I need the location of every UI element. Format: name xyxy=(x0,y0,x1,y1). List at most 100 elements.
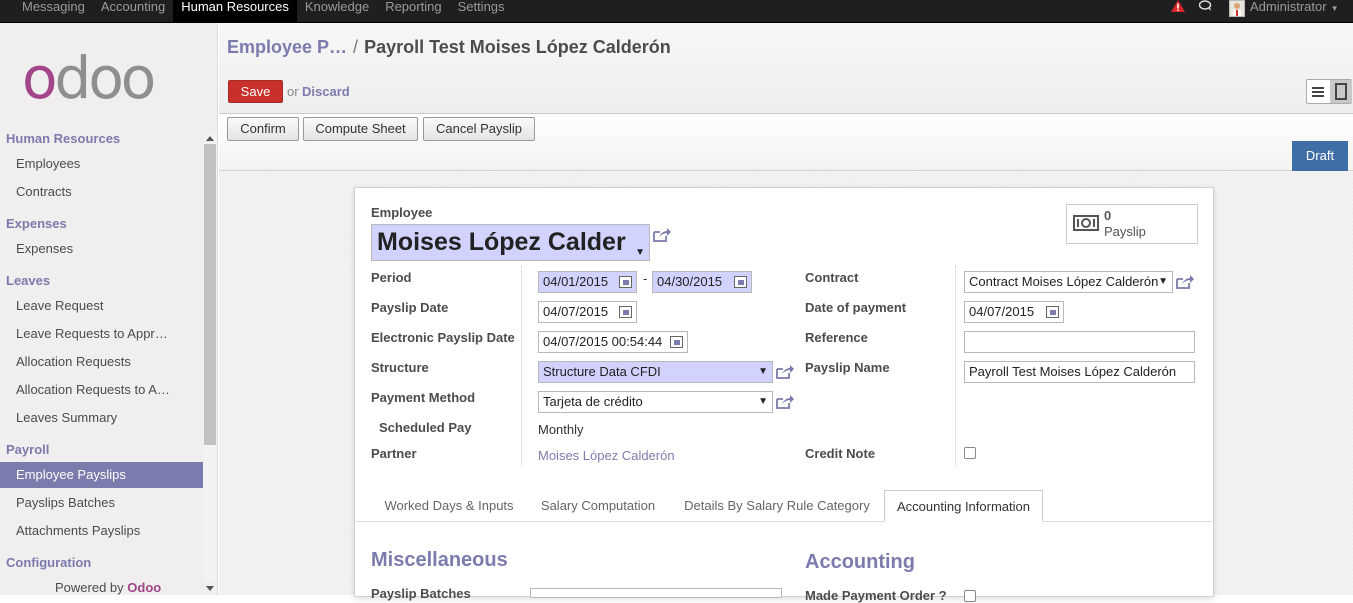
calendar-icon[interactable] xyxy=(619,276,632,288)
topnav-knowledge[interactable]: Knowledge xyxy=(297,0,377,23)
payment-method-value: Tarjeta de crédito xyxy=(543,394,643,409)
odoo-logo[interactable]: odoo xyxy=(22,49,192,107)
scroll-down-icon[interactable] xyxy=(206,586,214,591)
employee-field[interactable]: Moises López Calder ▼ xyxy=(371,224,650,261)
sidebar-item-allocation-requests-to-approve[interactable]: Allocation Requests to A… xyxy=(0,377,203,403)
list-view-icon[interactable] xyxy=(1307,80,1329,103)
external-link-icon[interactable] xyxy=(653,228,671,242)
alert-icon[interactable] xyxy=(1171,0,1185,12)
column-divider-left xyxy=(521,266,522,466)
topnav-messaging[interactable]: Messaging xyxy=(14,0,93,23)
period-label: Period xyxy=(371,270,412,285)
user-menu[interactable]: Administrator ▼ xyxy=(1250,0,1339,16)
sidebar-item-employees[interactable]: Employees xyxy=(0,151,203,177)
or-text: or xyxy=(287,84,299,99)
sidebar-item-contracts[interactable]: Contracts xyxy=(0,179,203,205)
payslip-name-value: Payroll Test Moises López Calderón xyxy=(969,364,1177,379)
cancel-payslip-button[interactable]: Cancel Payslip xyxy=(423,117,535,141)
scroll-up-icon[interactable] xyxy=(206,136,214,141)
sidebar-item-allocation-requests[interactable]: Allocation Requests xyxy=(0,349,203,375)
dropdown-arrow-icon: ▼ xyxy=(635,247,645,258)
date-of-payment-field[interactable]: 04/07/2015 xyxy=(964,301,1064,323)
payslip-date-field[interactable]: 04/07/2015 xyxy=(538,301,637,323)
miscellaneous-title: Miscellaneous xyxy=(371,549,508,571)
sidebar-section-human-resources: Human Resources xyxy=(6,131,121,146)
column-divider-right xyxy=(955,266,956,466)
period-from-value: 04/01/2015 xyxy=(543,274,609,289)
sidebar-item-employee-payslips[interactable]: Employee Payslips xyxy=(0,462,203,488)
payslip-batches-field[interactable] xyxy=(530,588,782,598)
period-to-field[interactable]: 04/30/2015 xyxy=(652,271,752,293)
period-dash: - xyxy=(643,271,648,286)
top-navbar: Messaging Accounting Human Resources Kno… xyxy=(0,0,1353,23)
calendar-icon[interactable] xyxy=(670,336,683,348)
avatar[interactable] xyxy=(1229,0,1245,17)
breadcrumb: Employee P… / Payroll Test Moises López Ca… xyxy=(227,37,671,58)
period-from-field[interactable]: 04/01/2015 xyxy=(538,271,637,293)
scrollbar-thumb[interactable] xyxy=(204,144,216,445)
top-menu: Messaging Accounting Human Resources Kno… xyxy=(14,0,513,23)
view-switcher xyxy=(1306,79,1352,104)
breadcrumb-current: Payroll Test Moises López Calderón xyxy=(364,37,671,57)
external-link-icon[interactable] xyxy=(776,395,794,409)
payslip-name-input[interactable]: Payroll Test Moises López Calderón xyxy=(964,361,1195,383)
sidebar-section-leaves: Leaves xyxy=(6,273,51,288)
made-payment-order-label: Made Payment Order ? xyxy=(805,588,947,603)
external-link-icon[interactable] xyxy=(1176,275,1194,289)
made-payment-order-checkbox[interactable] xyxy=(964,590,976,602)
date-of-payment-value: 04/07/2015 xyxy=(969,304,1035,319)
contract-select[interactable]: Contract Moises López Calderón ▼ xyxy=(964,271,1173,293)
confirm-button[interactable]: Confirm xyxy=(227,117,299,141)
sidebar-item-leave-requests-to-approve[interactable]: Leave Requests to Appr… xyxy=(0,321,203,347)
calendar-icon[interactable] xyxy=(734,276,747,288)
electronic-payslip-date-field[interactable]: 04/07/2015 00:54:44 xyxy=(538,331,688,353)
sidebar-item-expenses[interactable]: Expenses xyxy=(0,236,203,262)
sidebar-item-attachments-payslips[interactable]: Attachments Payslips xyxy=(0,518,203,544)
control-panel: Employee P… / Payroll Test Moises López Ca… xyxy=(219,23,1353,114)
sidebar-section-configuration: Configuration xyxy=(6,555,92,570)
topnav-human-resources[interactable]: Human Resources xyxy=(173,0,297,23)
calendar-icon[interactable] xyxy=(1046,306,1059,318)
sidebar: odoo Human Resources Employees Contracts… xyxy=(0,23,218,595)
status-bar: Confirm Compute Sheet Cancel Payslip Dra… xyxy=(219,114,1353,171)
discard-button[interactable]: Discard xyxy=(302,84,350,99)
employee-value: Moises López Calder xyxy=(377,228,626,256)
sidebar-section-expenses: Expenses xyxy=(6,216,67,231)
save-button[interactable]: Save xyxy=(228,80,283,103)
electronic-payslip-date-label: Electronic Payslip Date xyxy=(371,330,515,345)
topnav-settings[interactable]: Settings xyxy=(450,0,513,23)
calendar-icon[interactable] xyxy=(619,306,632,318)
form-view-icon[interactable] xyxy=(1330,80,1352,103)
payslip-smart-button[interactable]: 0 Payslip xyxy=(1066,204,1198,244)
topnav-reporting[interactable]: Reporting xyxy=(377,0,449,23)
tab-salary-computation[interactable]: Salary Computation xyxy=(530,490,666,522)
reference-input[interactable] xyxy=(964,331,1195,353)
powered-by-link[interactable]: Odoo xyxy=(127,580,161,595)
sidebar-item-payslips-batches[interactable]: Payslips Batches xyxy=(0,490,203,516)
breadcrumb-separator: / xyxy=(353,37,359,57)
sidebar-scrollbar[interactable] xyxy=(203,133,217,591)
compute-sheet-button[interactable]: Compute Sheet xyxy=(303,117,418,141)
partner-link[interactable]: Moises López Calderón xyxy=(538,448,675,463)
payslip-date-value: 04/07/2015 xyxy=(543,304,609,319)
sidebar-section-payroll: Payroll xyxy=(6,442,50,457)
sidebar-item-leaves-summary[interactable]: Leaves Summary xyxy=(0,405,203,431)
payslip-date-label: Payslip Date xyxy=(371,300,449,315)
breadcrumb-parent[interactable]: Employee P… xyxy=(227,37,347,57)
topnav-accounting[interactable]: Accounting xyxy=(93,0,173,23)
payment-method-select[interactable]: Tarjeta de crédito ▼ xyxy=(538,391,773,413)
notebook-tabs: Worked Days & Inputs Salary Computation … xyxy=(354,490,1214,522)
tab-worked-days-inputs[interactable]: Worked Days & Inputs xyxy=(370,490,528,522)
accounting-title: Accounting xyxy=(805,551,915,573)
period-to-value: 04/30/2015 xyxy=(657,274,723,289)
sidebar-item-leave-request[interactable]: Leave Request xyxy=(0,293,203,319)
external-link-icon[interactable] xyxy=(776,365,794,379)
credit-note-checkbox[interactable] xyxy=(964,447,976,459)
tab-accounting-information[interactable]: Accounting Information xyxy=(884,490,1043,522)
scheduled-pay-value: Monthly xyxy=(538,422,584,437)
tab-details-by-salary-rule-category[interactable]: Details By Salary Rule Category xyxy=(670,490,884,522)
structure-select[interactable]: Structure Data CFDI ▼ xyxy=(538,361,773,383)
powered-by-text: Powered by xyxy=(55,580,128,595)
caret-down-icon: ▼ xyxy=(1330,4,1339,13)
chat-icon[interactable] xyxy=(1199,0,1213,12)
